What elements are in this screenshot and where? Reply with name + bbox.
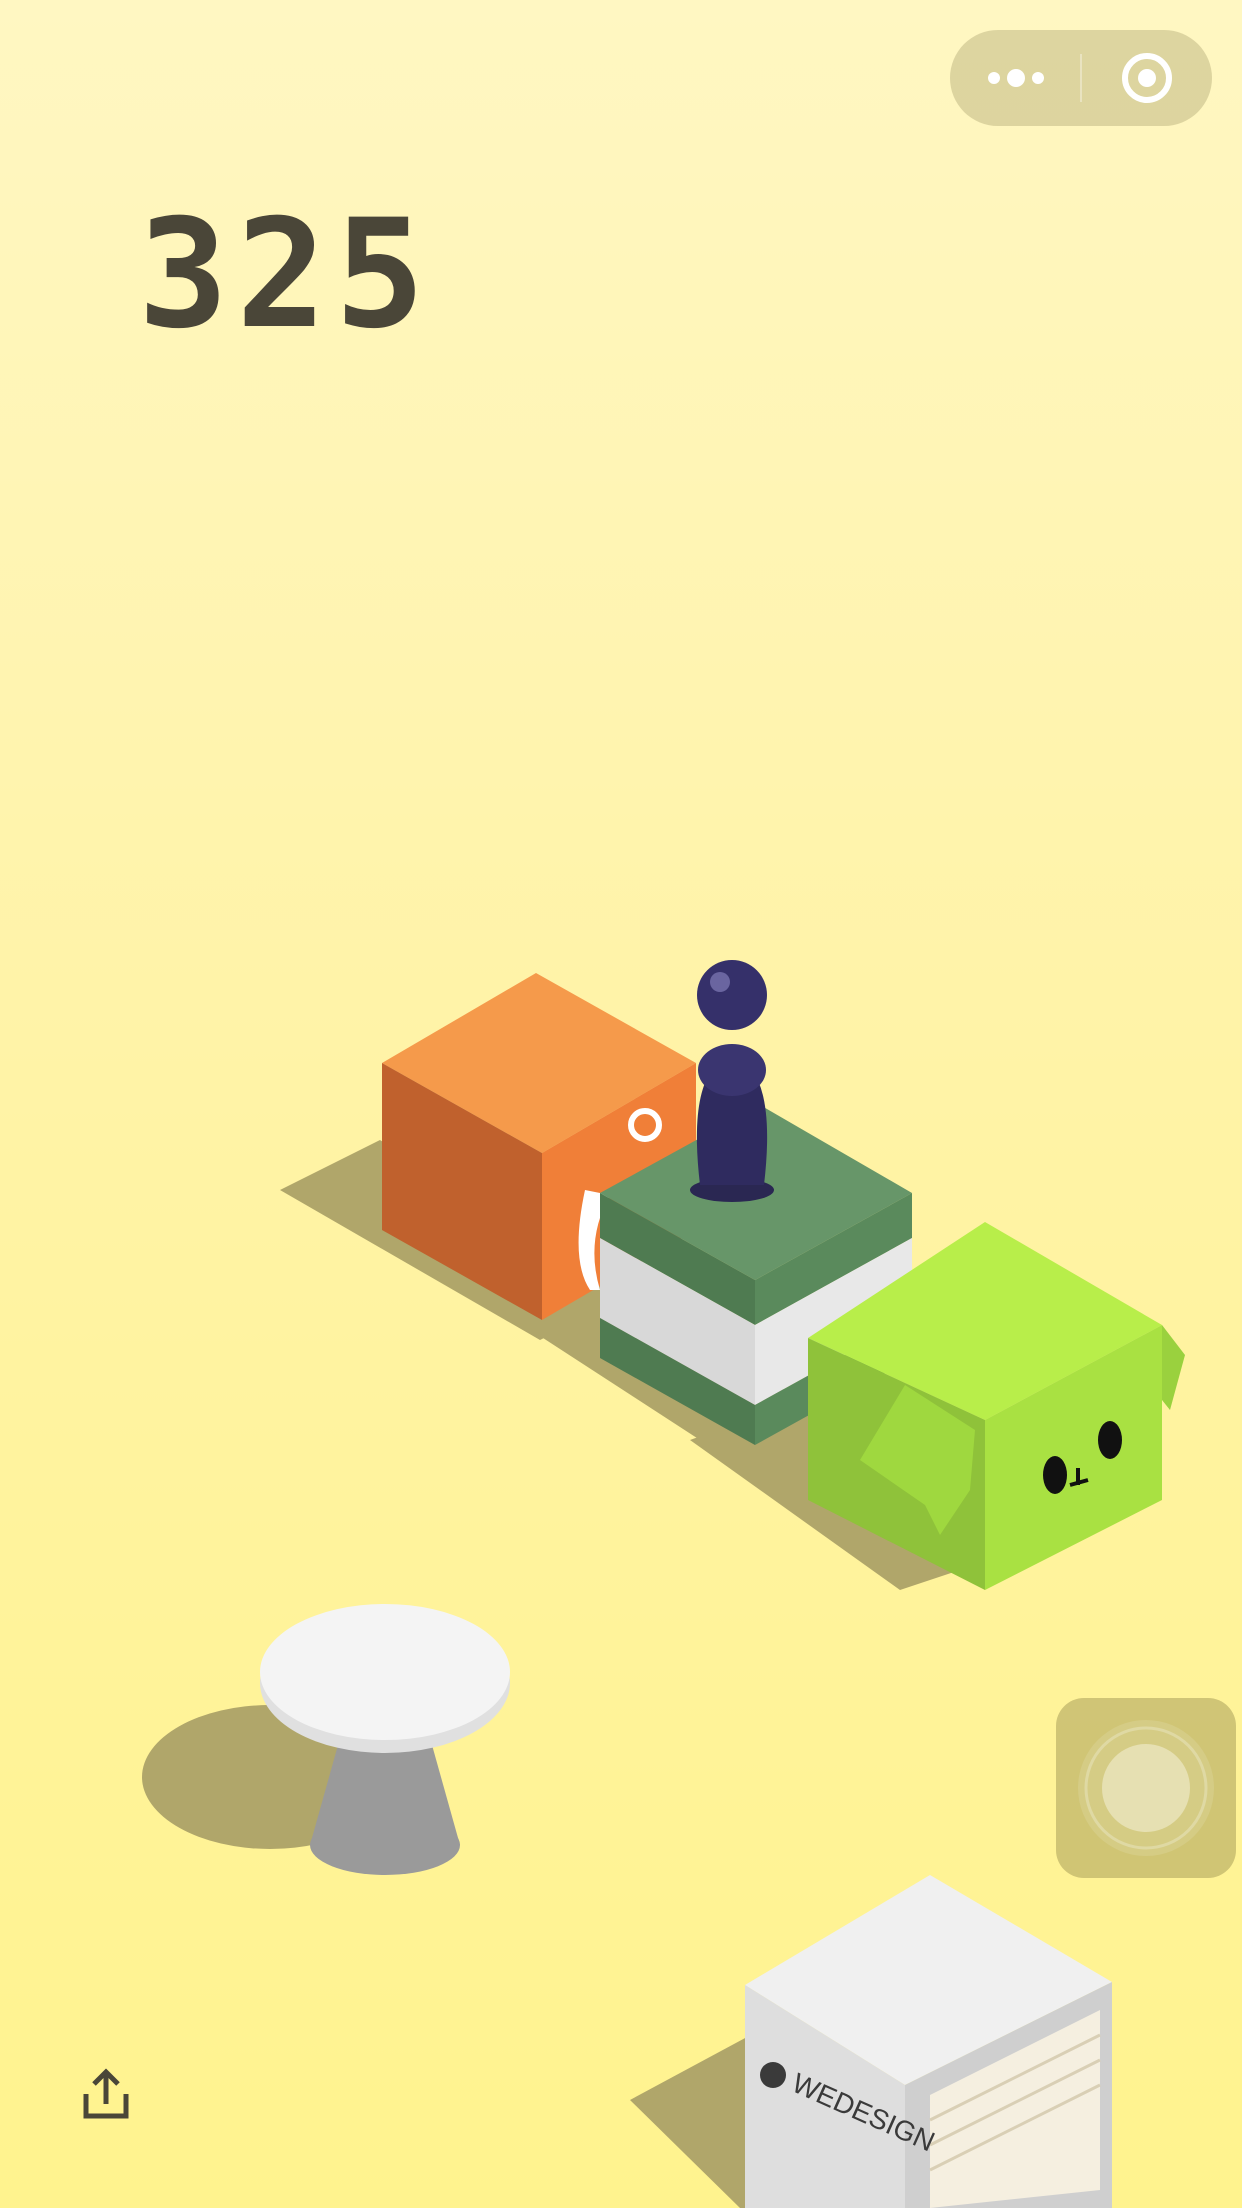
wedesign-block: WEDESIGN	[630, 1875, 1112, 2208]
jump-button[interactable]	[1056, 1698, 1236, 1878]
share-icon	[83, 2068, 129, 2119]
share-button[interactable]	[76, 2064, 136, 2124]
player-piece	[690, 960, 774, 1202]
stool-platform	[142, 1604, 510, 1875]
joystick-icon	[1078, 1720, 1214, 1856]
